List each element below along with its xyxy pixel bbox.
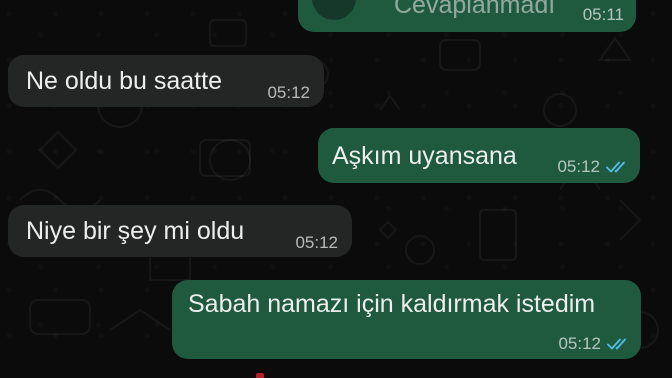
double-check-icon xyxy=(606,160,628,174)
message-meta: 05:12 xyxy=(558,329,629,359)
message-text-partial: Cevaplanmadı xyxy=(394,0,556,19)
message-bubble-outgoing[interactable]: Sabah namazı için kaldırmak istedim 05:1… xyxy=(172,280,641,359)
message-time: 05:12 xyxy=(295,233,338,252)
double-check-icon xyxy=(607,337,629,351)
message-text: Sabah namazı için kaldırmak istedim xyxy=(188,290,596,318)
message-bubble-incoming[interactable]: Niye bir şey mi oldu 05:12 xyxy=(8,205,352,257)
reaction-indicator xyxy=(256,373,264,378)
message-text: Aşkım uyansana xyxy=(332,142,517,170)
message-meta: 05:12 xyxy=(295,228,338,258)
message-bubble-partial[interactable]: Cevaplanmadı 05:11 xyxy=(298,0,636,32)
message-text: Niye bir şey mi oldu xyxy=(26,217,245,245)
avatar xyxy=(312,0,356,20)
message-time: 05:12 xyxy=(557,157,600,176)
message-bubble-outgoing[interactable]: Aşkım uyansana 05:12 xyxy=(318,128,640,183)
message-meta: 05:12 xyxy=(267,78,310,108)
message-time: 05:12 xyxy=(267,83,310,102)
message-time-label: 05:11 xyxy=(582,5,624,24)
message-bubble-incoming[interactable]: Ne oldu bu saatte 05:12 xyxy=(8,55,324,107)
chat-area[interactable]: Cevaplanmadı 05:11 Ne oldu bu saatte 05:… xyxy=(0,0,672,378)
message-text: Ne oldu bu saatte xyxy=(26,67,222,95)
message-time: 05:12 xyxy=(558,334,601,353)
message-time: 05:11 xyxy=(583,0,624,30)
message-meta: 05:12 xyxy=(557,152,628,182)
